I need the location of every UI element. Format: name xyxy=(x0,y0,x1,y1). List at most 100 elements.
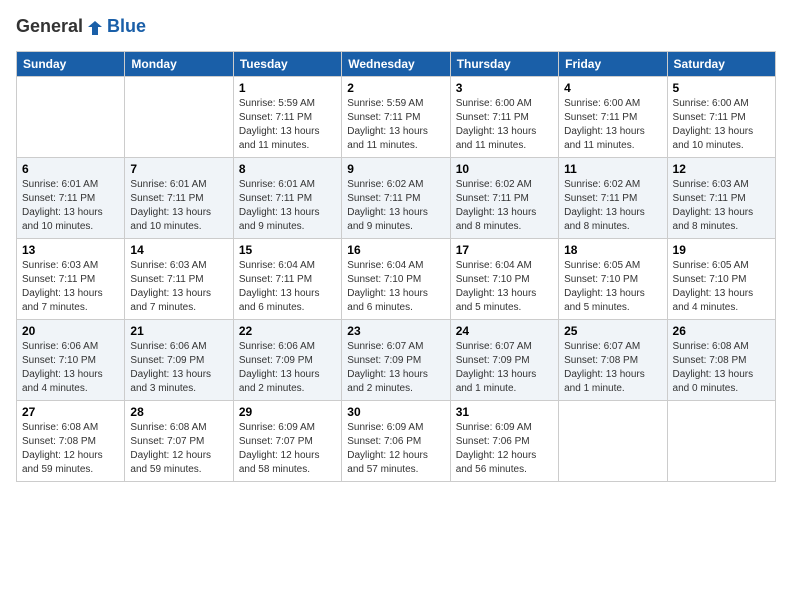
day-info: Sunrise: 5:59 AM Sunset: 7:11 PM Dayligh… xyxy=(239,97,336,153)
day-info: Sunrise: 6:03 AM Sunset: 7:11 PM Dayligh… xyxy=(673,178,770,234)
day-info: Sunrise: 6:09 AM Sunset: 7:06 PM Dayligh… xyxy=(347,421,444,477)
weekday-header: Thursday xyxy=(450,51,558,76)
calendar-cell xyxy=(667,400,775,481)
day-info: Sunrise: 6:06 AM Sunset: 7:10 PM Dayligh… xyxy=(22,340,119,396)
weekday-header: Sunday xyxy=(17,51,125,76)
day-info: Sunrise: 6:08 AM Sunset: 7:07 PM Dayligh… xyxy=(130,421,227,477)
day-number: 3 xyxy=(456,81,553,95)
calendar-cell: 5Sunrise: 6:00 AM Sunset: 7:11 PM Daylig… xyxy=(667,76,775,157)
calendar-cell: 16 Sunrise: 6:04 AM Sunset: 7:10 PM Dayli… xyxy=(342,238,450,319)
logo-blue: Blue xyxy=(107,16,146,36)
day-number: 31 xyxy=(456,405,553,419)
calendar-cell: 21 Sunrise: 6:06 AM Sunset: 7:09 PM Dayli… xyxy=(125,319,233,400)
weekday-header: Tuesday xyxy=(233,51,341,76)
day-info: Sunrise: 6:09 AM Sunset: 7:06 PM Dayligh… xyxy=(456,421,553,477)
day-number: 29 xyxy=(239,405,336,419)
calendar-cell xyxy=(559,400,667,481)
day-number: 10 xyxy=(456,162,553,176)
day-info: Sunrise: 6:07 AM Sunset: 7:09 PM Dayligh… xyxy=(347,340,444,396)
day-number: 1 xyxy=(239,81,336,95)
calendar-cell: 6 Sunrise: 6:01 AM Sunset: 7:11 PM Daylig… xyxy=(17,157,125,238)
calendar-cell: 24 Sunrise: 6:07 AM Sunset: 7:09 PM Dayli… xyxy=(450,319,558,400)
calendar-week-row: 1 Sunrise: 5:59 AM Sunset: 7:11 PM Daylig… xyxy=(17,76,776,157)
day-number: 30 xyxy=(347,405,444,419)
day-info: Sunrise: 6:04 AM Sunset: 7:11 PM Dayligh… xyxy=(239,259,336,315)
calendar-cell: 31 Sunrise: 6:09 AM Sunset: 7:06 PM Dayli… xyxy=(450,400,558,481)
day-info: Sunrise: 6:05 AM Sunset: 7:10 PM Dayligh… xyxy=(673,259,770,315)
page-header: General Blue xyxy=(16,16,776,39)
logo-bird-icon xyxy=(84,17,106,39)
day-number: 11 xyxy=(564,162,661,176)
calendar-cell: 23 Sunrise: 6:07 AM Sunset: 7:09 PM Dayli… xyxy=(342,319,450,400)
calendar-cell: 28 Sunrise: 6:08 AM Sunset: 7:07 PM Dayli… xyxy=(125,400,233,481)
day-number: 8 xyxy=(239,162,336,176)
calendar-cell: 15 Sunrise: 6:04 AM Sunset: 7:11 PM Dayli… xyxy=(233,238,341,319)
weekday-header: Wednesday xyxy=(342,51,450,76)
calendar-cell: 22 Sunrise: 6:06 AM Sunset: 7:09 PM Dayli… xyxy=(233,319,341,400)
day-info: Sunrise: 6:03 AM Sunset: 7:11 PM Dayligh… xyxy=(22,259,119,315)
day-info: Sunrise: 5:59 AM Sunset: 7:11 PM Dayligh… xyxy=(347,97,444,153)
calendar-cell: 8 Sunrise: 6:01 AM Sunset: 7:11 PM Daylig… xyxy=(233,157,341,238)
day-number: 7 xyxy=(130,162,227,176)
calendar-cell: 12Sunrise: 6:03 AM Sunset: 7:11 PM Dayli… xyxy=(667,157,775,238)
day-number: 9 xyxy=(347,162,444,176)
calendar-week-row: 13 Sunrise: 6:03 AM Sunset: 7:11 PM Dayli… xyxy=(17,238,776,319)
calendar-cell: 25Sunrise: 6:07 AM Sunset: 7:08 PM Dayli… xyxy=(559,319,667,400)
day-info: Sunrise: 6:09 AM Sunset: 7:07 PM Dayligh… xyxy=(239,421,336,477)
calendar-cell: 7 Sunrise: 6:01 AM Sunset: 7:11 PM Daylig… xyxy=(125,157,233,238)
calendar-cell: 11 Sunrise: 6:02 AM Sunset: 7:11 PM Dayli… xyxy=(559,157,667,238)
calendar-cell xyxy=(17,76,125,157)
logo-text: General Blue xyxy=(16,16,146,39)
day-number: 5 xyxy=(673,81,770,95)
day-info: Sunrise: 6:06 AM Sunset: 7:09 PM Dayligh… xyxy=(239,340,336,396)
calendar-cell: 20 Sunrise: 6:06 AM Sunset: 7:10 PM Dayli… xyxy=(17,319,125,400)
calendar-cell: 26Sunrise: 6:08 AM Sunset: 7:08 PM Dayli… xyxy=(667,319,775,400)
day-info: Sunrise: 6:04 AM Sunset: 7:10 PM Dayligh… xyxy=(456,259,553,315)
calendar-cell: 14 Sunrise: 6:03 AM Sunset: 7:11 PM Dayli… xyxy=(125,238,233,319)
day-info: Sunrise: 6:06 AM Sunset: 7:09 PM Dayligh… xyxy=(130,340,227,396)
day-number: 13 xyxy=(22,243,119,257)
logo: General Blue xyxy=(16,16,146,39)
day-info: Sunrise: 6:02 AM Sunset: 7:11 PM Dayligh… xyxy=(456,178,553,234)
day-info: Sunrise: 6:03 AM Sunset: 7:11 PM Dayligh… xyxy=(130,259,227,315)
calendar-cell: 19 Sunrise: 6:05 AM Sunset: 7:10 PM Dayli… xyxy=(667,238,775,319)
calendar-cell: 4Sunrise: 6:00 AM Sunset: 7:11 PM Daylig… xyxy=(559,76,667,157)
day-number: 19 xyxy=(673,243,770,257)
calendar-cell: 13 Sunrise: 6:03 AM Sunset: 7:11 PM Dayli… xyxy=(17,238,125,319)
day-info: Sunrise: 6:01 AM Sunset: 7:11 PM Dayligh… xyxy=(239,178,336,234)
day-info: Sunrise: 6:01 AM Sunset: 7:11 PM Dayligh… xyxy=(22,178,119,234)
logo-general: General xyxy=(16,16,83,36)
day-number: 20 xyxy=(22,324,119,338)
day-info: Sunrise: 6:08 AM Sunset: 7:08 PM Dayligh… xyxy=(22,421,119,477)
day-info: Sunrise: 6:02 AM Sunset: 7:11 PM Dayligh… xyxy=(347,178,444,234)
day-number: 18 xyxy=(564,243,661,257)
day-info: Sunrise: 6:08 AM Sunset: 7:08 PM Dayligh… xyxy=(673,340,770,396)
calendar-week-row: 27 Sunrise: 6:08 AM Sunset: 7:08 PM Dayli… xyxy=(17,400,776,481)
day-number: 27 xyxy=(22,405,119,419)
day-info: Sunrise: 6:05 AM Sunset: 7:10 PM Dayligh… xyxy=(564,259,661,315)
day-number: 14 xyxy=(130,243,227,257)
weekday-header: Saturday xyxy=(667,51,775,76)
day-number: 16 xyxy=(347,243,444,257)
calendar-cell: 10 Sunrise: 6:02 AM Sunset: 7:11 PM Dayli… xyxy=(450,157,558,238)
calendar-cell xyxy=(125,76,233,157)
day-number: 22 xyxy=(239,324,336,338)
calendar-cell: 29 Sunrise: 6:09 AM Sunset: 7:07 PM Dayli… xyxy=(233,400,341,481)
day-number: 21 xyxy=(130,324,227,338)
day-info: Sunrise: 6:01 AM Sunset: 7:11 PM Dayligh… xyxy=(130,178,227,234)
calendar-cell: 18 Sunrise: 6:05 AM Sunset: 7:10 PM Dayli… xyxy=(559,238,667,319)
day-info: Sunrise: 6:07 AM Sunset: 7:08 PM Dayligh… xyxy=(564,340,661,396)
day-info: Sunrise: 6:04 AM Sunset: 7:10 PM Dayligh… xyxy=(347,259,444,315)
calendar-table: SundayMondayTuesdayWednesdayThursdayFrid… xyxy=(16,51,776,482)
weekday-header: Monday xyxy=(125,51,233,76)
calendar-cell: 3Sunrise: 6:00 AM Sunset: 7:11 PM Daylig… xyxy=(450,76,558,157)
day-number: 28 xyxy=(130,405,227,419)
day-number: 6 xyxy=(22,162,119,176)
day-number: 23 xyxy=(347,324,444,338)
day-number: 15 xyxy=(239,243,336,257)
day-number: 4 xyxy=(564,81,661,95)
day-number: 24 xyxy=(456,324,553,338)
day-info: Sunrise: 6:07 AM Sunset: 7:09 PM Dayligh… xyxy=(456,340,553,396)
day-number: 17 xyxy=(456,243,553,257)
day-info: Sunrise: 6:02 AM Sunset: 7:11 PM Dayligh… xyxy=(564,178,661,234)
